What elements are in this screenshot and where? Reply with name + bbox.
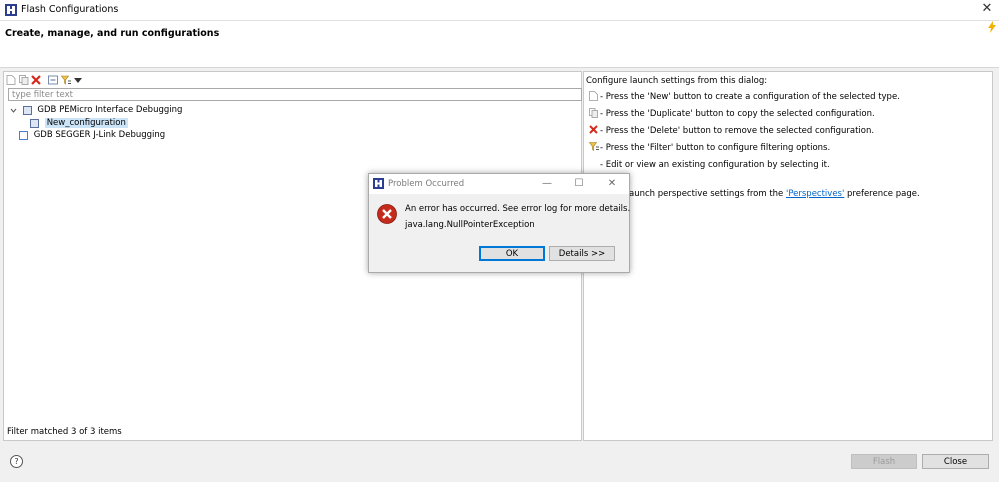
help-icon[interactable]: ?	[10, 455, 23, 468]
error-message: An error has occurred. See error log for…	[405, 204, 631, 214]
problem-occurred-dialog: Problem Occurred — ☐ ✕ An error has occu…	[368, 173, 630, 273]
maximize-dialog-button[interactable]: ☐	[572, 177, 586, 191]
error-detail: java.lang.NullPointerException	[405, 220, 535, 230]
perspectives-link[interactable]: 'Perspectives'	[786, 189, 844, 199]
perspectives-prefix: aunch perspective settings from the	[629, 189, 786, 199]
filter-input[interactable]	[8, 88, 582, 101]
app-icon	[373, 178, 384, 189]
lightning-icon	[988, 21, 996, 33]
tree-item-new-configuration[interactable]: New_configuration	[30, 117, 128, 129]
tree-item-label: New_configuration	[44, 118, 128, 128]
duplicate-icon	[589, 108, 598, 118]
debug-config-type-icon	[19, 130, 28, 140]
instruction-new: - Press the 'New' button to create a con…	[600, 92, 900, 102]
instruction-filter: - Press the 'Filter' button to configure…	[600, 143, 831, 153]
close-dialog-button[interactable]: ✕	[605, 177, 619, 191]
error-icon	[377, 204, 397, 224]
page-title: Create, manage, and run configurations	[5, 28, 220, 39]
title-bar: Flash Configurations ✕	[0, 0, 999, 21]
delete-config-icon[interactable]	[31, 75, 41, 85]
tree-item-pemicro[interactable]: GDB PEMicro Interface Debugging	[10, 104, 182, 116]
filter-icon	[589, 142, 599, 151]
close-button[interactable]: Close	[922, 454, 989, 469]
ok-button[interactable]: OK	[479, 246, 545, 261]
close-window-button[interactable]: ✕	[980, 2, 994, 16]
instruction-delete: - Press the 'Delete' button to remove th…	[600, 126, 875, 136]
delete-icon	[589, 125, 598, 134]
instruction-edit: - Edit or view an existing configuration…	[600, 160, 830, 170]
app-icon	[5, 4, 17, 16]
duplicate-config-icon[interactable]	[19, 75, 29, 85]
instructions-intro: Configure launch settings from this dial…	[586, 76, 768, 86]
instructions-panel: Configure launch settings from this dial…	[583, 71, 993, 441]
chevron-down-icon[interactable]	[10, 107, 17, 114]
filter-icon[interactable]	[61, 75, 71, 85]
tree-item-segger[interactable]: GDB SEGGER J-Link Debugging	[19, 129, 165, 141]
flash-button[interactable]: Flash	[851, 454, 917, 469]
new-icon	[589, 91, 598, 101]
config-icon	[30, 118, 39, 128]
perspectives-note: aunch perspective settings from the 'Per…	[629, 189, 920, 199]
debug-config-type-icon	[22, 105, 32, 115]
view-menu-icon[interactable]	[73, 75, 83, 85]
collapse-all-icon[interactable]	[48, 75, 58, 85]
new-config-icon[interactable]	[6, 75, 16, 85]
details-button[interactable]: Details >>	[549, 246, 615, 261]
header-area: Create, manage, and run configurations	[0, 21, 999, 68]
minimize-dialog-button[interactable]: —	[540, 177, 554, 191]
filter-status: Filter matched 3 of 3 items	[7, 427, 122, 437]
instruction-duplicate: - Press the 'Duplicate' button to copy t…	[600, 109, 875, 119]
tree-item-label: GDB SEGGER J-Link Debugging	[33, 130, 166, 140]
dialog-title: Problem Occurred	[388, 179, 465, 189]
dialog-title-bar: Problem Occurred — ☐ ✕	[369, 174, 629, 194]
tree-item-label: GDB PEMicro Interface Debugging	[37, 105, 183, 115]
window-title: Flash Configurations	[21, 4, 119, 15]
perspectives-suffix: preference page.	[844, 189, 920, 199]
